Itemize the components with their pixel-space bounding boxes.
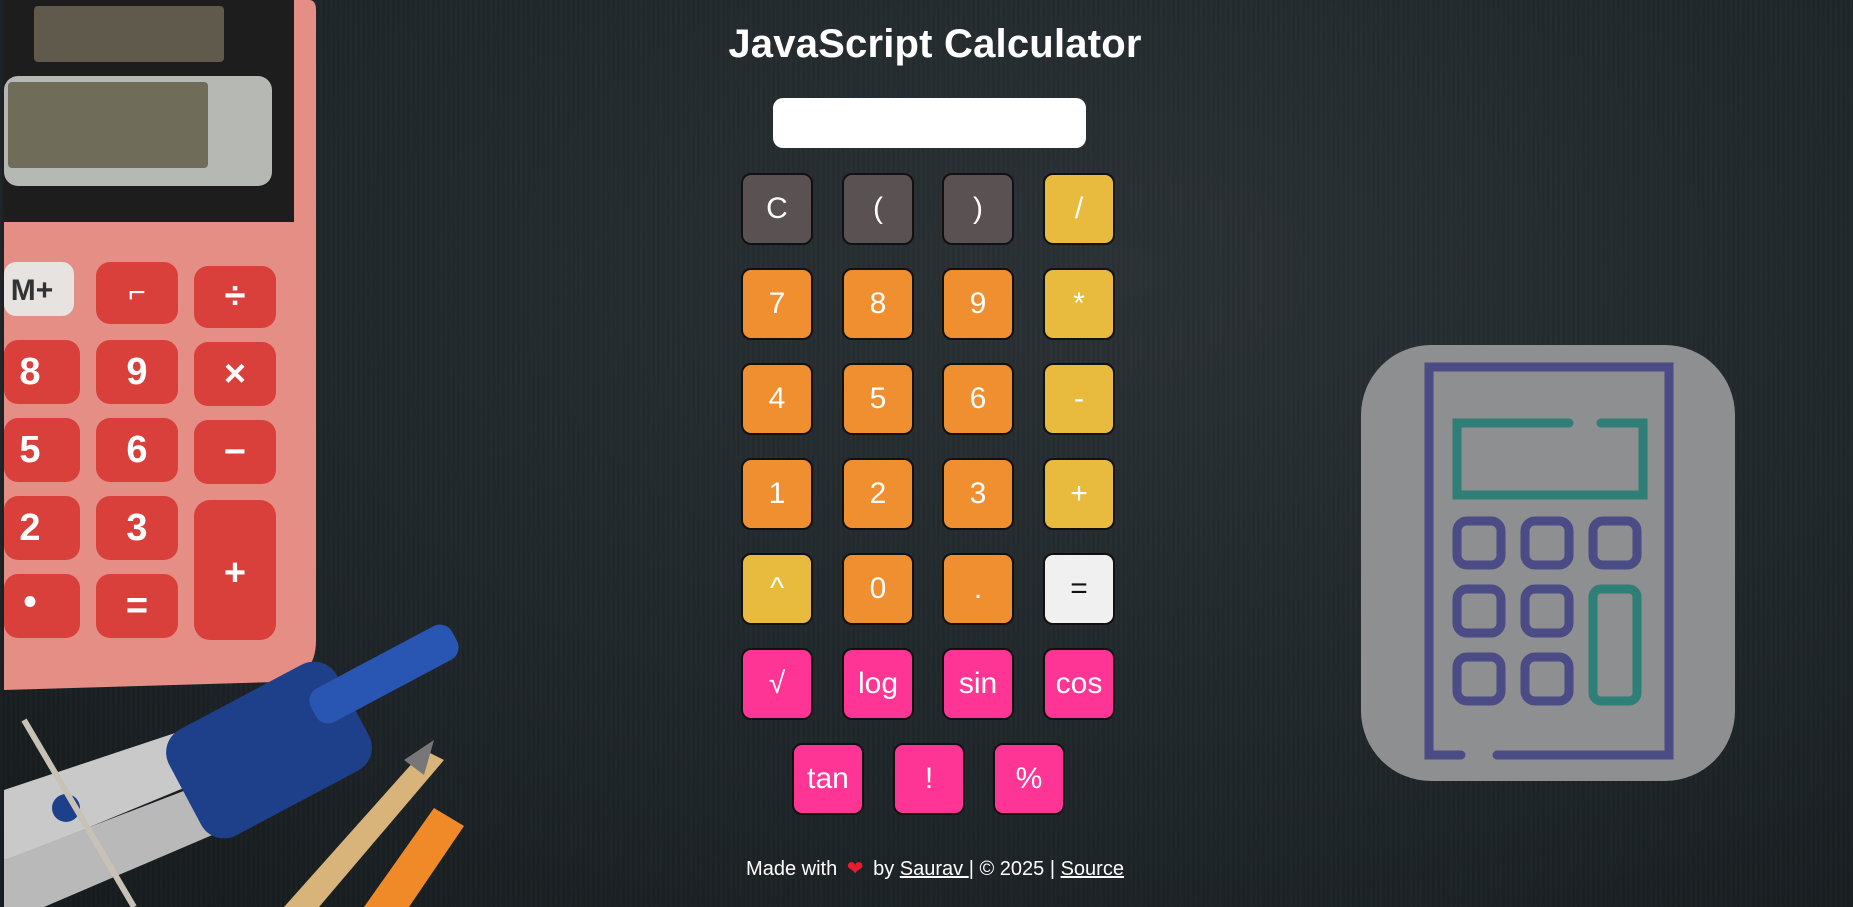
factorial-button[interactable]: ! [893, 743, 965, 815]
svg-text:3: 3 [126, 507, 147, 549]
calculator-icon [1361, 345, 1735, 781]
footer-made-with: Made with [746, 858, 838, 880]
tan-button[interactable]: tan [792, 743, 864, 815]
calculator-photo-decoration: M+ ⌐ ÷ 8 9 × 5 6 − 2 3 + • = [4, 0, 464, 907]
svg-text:6: 6 [126, 429, 147, 471]
page-title: JavaScript Calculator [728, 22, 1142, 66]
svg-text:•: • [23, 581, 36, 623]
svg-text:8: 8 [19, 351, 40, 393]
footer-by: by [873, 858, 895, 880]
open-paren-button[interactable]: ( [842, 173, 914, 245]
sqrt-button[interactable]: √ [741, 648, 813, 720]
author-link[interactable]: Saurav [900, 858, 969, 880]
decimal-button[interactable]: . [942, 553, 1014, 625]
plus-button[interactable]: + [1043, 458, 1115, 530]
svg-text:−: − [224, 431, 246, 473]
digit-8-button[interactable]: 8 [842, 268, 914, 340]
svg-text:M+: M+ [11, 274, 54, 307]
digit-6-button[interactable]: 6 [942, 363, 1014, 435]
footer: Made with ❤ by Saurav | © 2025 | Source [0, 856, 1853, 881]
svg-text:5: 5 [19, 429, 40, 471]
digit-5-button[interactable]: 5 [842, 363, 914, 435]
close-paren-button[interactable]: ) [942, 173, 1014, 245]
svg-text:÷: ÷ [225, 275, 246, 317]
minus-button[interactable]: - [1043, 363, 1115, 435]
heart-icon: ❤ [846, 858, 864, 880]
calculator-display[interactable] [773, 98, 1086, 148]
equals-button[interactable]: = [1043, 553, 1115, 625]
digit-7-button[interactable]: 7 [741, 268, 813, 340]
source-link[interactable]: Source [1061, 858, 1124, 880]
digit-9-button[interactable]: 9 [942, 268, 1014, 340]
log-button[interactable]: log [842, 648, 914, 720]
sin-button[interactable]: sin [942, 648, 1014, 720]
multiply-button[interactable]: * [1043, 268, 1115, 340]
footer-copyright: | © 2025 | [968, 858, 1056, 880]
svg-text:⌐: ⌐ [128, 276, 146, 309]
clear-button[interactable]: C [741, 173, 813, 245]
digit-3-button[interactable]: 3 [942, 458, 1014, 530]
svg-text:9: 9 [126, 351, 147, 393]
percent-button[interactable]: % [993, 743, 1065, 815]
digit-0-button[interactable]: 0 [842, 553, 914, 625]
divide-button[interactable]: / [1043, 173, 1115, 245]
digit-4-button[interactable]: 4 [741, 363, 813, 435]
digit-1-button[interactable]: 1 [741, 458, 813, 530]
svg-text:2: 2 [19, 507, 40, 549]
power-button[interactable]: ^ [741, 553, 813, 625]
cos-button[interactable]: cos [1043, 648, 1115, 720]
svg-text:×: × [224, 353, 246, 395]
svg-text:+: + [224, 552, 246, 594]
digit-2-button[interactable]: 2 [842, 458, 914, 530]
svg-text:=: = [126, 585, 148, 627]
